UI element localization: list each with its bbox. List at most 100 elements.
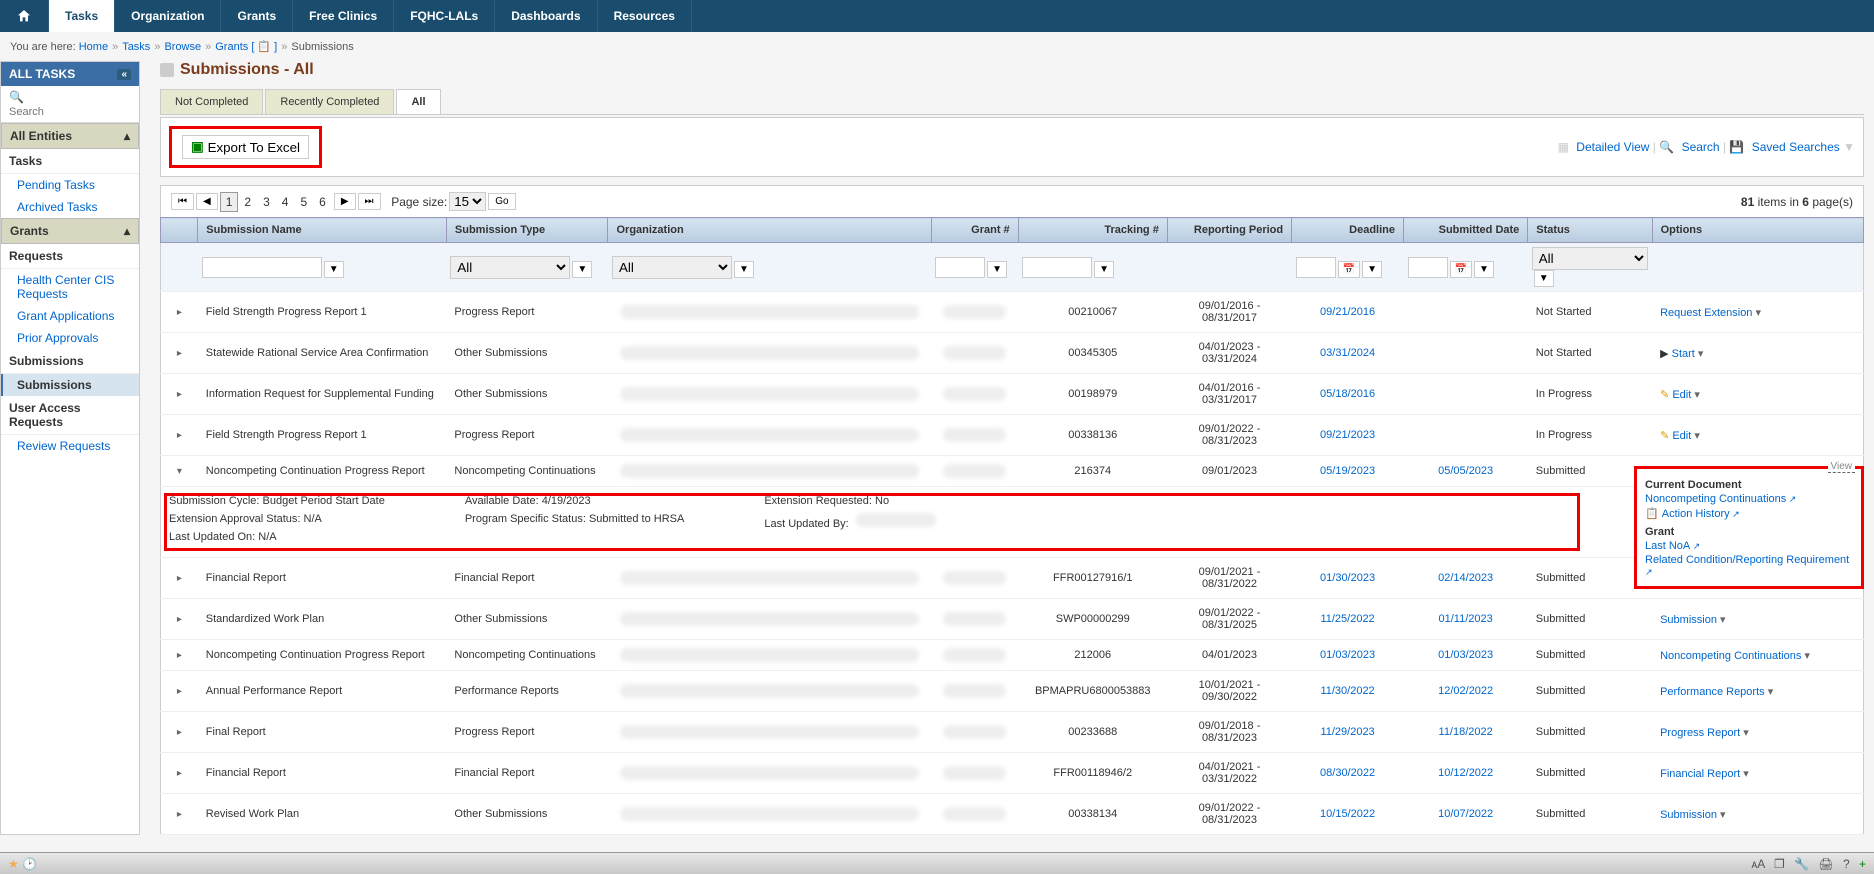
breadcrumb-link[interactable]: Home: [79, 41, 108, 53]
print-icon[interactable]: 🖨: [1818, 857, 1833, 871]
filter-button[interactable]: ▼: [324, 261, 344, 278]
pager-page[interactable]: 2: [238, 192, 257, 212]
chevron-down-icon[interactable]: ▾: [1720, 614, 1726, 626]
subtab-all[interactable]: All: [396, 89, 440, 114]
chevron-down-icon[interactable]: ▾: [1756, 307, 1762, 319]
sidebar-search-input[interactable]: [9, 106, 131, 118]
cell-deadline[interactable]: 08/30/2022: [1292, 753, 1404, 794]
cell-deadline[interactable]: 05/18/2016: [1292, 374, 1404, 415]
sidebar-link[interactable]: Health Center CIS Requests: [1, 269, 139, 305]
filter-deadline[interactable]: [1296, 257, 1336, 278]
cell-deadline[interactable]: 03/31/2024: [1292, 333, 1404, 374]
expand-row-icon[interactable]: ▸: [177, 573, 182, 584]
expand-row-icon[interactable]: ▸: [177, 727, 182, 738]
col-header[interactable]: Deadline: [1292, 218, 1404, 243]
cell-deadline[interactable]: 10/15/2022: [1292, 794, 1404, 835]
col-header[interactable]: Tracking #: [1018, 218, 1167, 243]
filter-button[interactable]: ▼: [1094, 261, 1114, 278]
col-header[interactable]: Status: [1528, 218, 1652, 243]
sidebar-section-head[interactable]: Grants▴: [1, 218, 139, 244]
sidebar-link[interactable]: Pending Tasks: [1, 174, 139, 196]
chevron-down-icon[interactable]: ▾: [1694, 430, 1700, 442]
filter-button[interactable]: ▼: [1534, 270, 1554, 287]
cell-deadline[interactable]: 11/25/2022: [1292, 599, 1404, 640]
filter-button[interactable]: ▼: [734, 261, 754, 278]
filter-button[interactable]: ▼: [572, 261, 592, 278]
chevron-down-icon[interactable]: ▾: [1743, 727, 1749, 739]
saved-searches-link[interactable]: Saved Searches: [1752, 140, 1840, 154]
chevron-down-icon[interactable]: ▾: [1804, 650, 1810, 662]
filter-org[interactable]: All: [612, 256, 732, 279]
chevron-down-icon[interactable]: ▾: [1720, 809, 1726, 821]
cal-button[interactable]: 📅: [1450, 261, 1472, 278]
option-link[interactable]: Submission: [1660, 809, 1717, 821]
subtab-not-completed[interactable]: Not Completed: [160, 89, 263, 114]
cell-subdate[interactable]: 10/12/2022: [1404, 753, 1528, 794]
cell-subdate[interactable]: 01/03/2023: [1404, 640, 1528, 671]
pager-page[interactable]: 4: [276, 192, 295, 212]
chevron-down-icon[interactable]: ▼: [1843, 140, 1855, 154]
option-link[interactable]: Request Extension: [1660, 307, 1752, 319]
col-header[interactable]: [161, 218, 198, 243]
popup-link-actionhistory[interactable]: Action History: [1662, 508, 1740, 520]
add-icon[interactable]: +: [1859, 857, 1866, 871]
pager-page[interactable]: 3: [257, 192, 276, 212]
filter-button[interactable]: ▼: [1474, 261, 1494, 278]
pager-next[interactable]: ▶: [334, 193, 356, 210]
expand-row-icon[interactable]: ▸: [177, 389, 182, 400]
expand-row-icon[interactable]: ▸: [177, 809, 182, 820]
expand-row-icon[interactable]: ▸: [177, 768, 182, 779]
nav-tab-organization[interactable]: Organization: [115, 0, 221, 32]
chevron-down-icon[interactable]: ▾: [1698, 348, 1704, 360]
option-link[interactable]: Noncompeting Continuations: [1660, 650, 1801, 662]
filter-status[interactable]: All: [1532, 247, 1648, 270]
cell-subdate[interactable]: 10/07/2022: [1404, 794, 1528, 835]
cell-deadline[interactable]: 01/03/2023: [1292, 640, 1404, 671]
collapse-icon[interactable]: «: [117, 69, 131, 80]
cal-button[interactable]: 📅: [1338, 261, 1360, 278]
cell-subdate[interactable]: 12/02/2022: [1404, 671, 1528, 712]
nav-tab-tasks[interactable]: Tasks: [49, 0, 115, 32]
cell-deadline[interactable]: 05/19/2023: [1292, 456, 1404, 487]
filter-subdate[interactable]: [1408, 257, 1448, 278]
cell-subdate[interactable]: 02/14/2023: [1404, 558, 1528, 599]
sidebar-link[interactable]: Prior Approvals: [1, 327, 139, 349]
option-link[interactable]: Financial Report: [1660, 768, 1740, 780]
font-size-icon[interactable]: ᴀA: [1751, 857, 1764, 871]
search-link[interactable]: Search: [1682, 140, 1720, 154]
detailed-view-link[interactable]: Detailed View: [1576, 140, 1649, 154]
breadcrumb-link[interactable]: Grants [ 📋 ]: [215, 41, 277, 53]
nav-tab-free-clinics[interactable]: Free Clinics: [293, 0, 394, 32]
option-link[interactable]: Performance Reports: [1660, 686, 1765, 698]
export-excel-button[interactable]: ▣ Export To Excel: [182, 135, 309, 159]
filter-button[interactable]: ▼: [1362, 261, 1382, 278]
pager-first[interactable]: ⏮: [171, 193, 194, 210]
cell-subdate[interactable]: 11/18/2022: [1404, 712, 1528, 753]
cell-deadline[interactable]: 09/21/2023: [1292, 415, 1404, 456]
nav-tab-fqhc-lals[interactable]: FQHC-LALs: [394, 0, 495, 32]
popup-link-noncompeting[interactable]: Noncompeting Continuations: [1645, 493, 1796, 505]
expand-row-icon[interactable]: ▸: [177, 650, 182, 661]
cell-deadline[interactable]: 09/21/2016: [1292, 292, 1404, 333]
tool-icon[interactable]: 🔧: [1794, 857, 1809, 871]
sidebar-section-head[interactable]: All Entities▴: [1, 123, 139, 149]
breadcrumb-link[interactable]: Tasks: [122, 41, 150, 53]
col-header[interactable]: Options: [1652, 218, 1863, 243]
filter-name[interactable]: [202, 257, 322, 278]
nav-home[interactable]: [0, 0, 49, 32]
copy-icon[interactable]: ❐: [1774, 857, 1785, 871]
sidebar-link[interactable]: Archived Tasks: [1, 196, 139, 218]
breadcrumb-link[interactable]: Browse: [164, 41, 201, 53]
page-size-select[interactable]: 15: [449, 192, 486, 211]
star-icon[interactable]: ★: [8, 857, 19, 871]
nav-tab-resources[interactable]: Resources: [598, 0, 692, 32]
pager-page[interactable]: 6: [313, 192, 332, 212]
collapse-row-icon[interactable]: ▾: [177, 466, 182, 477]
subtab-recently-completed[interactable]: Recently Completed: [265, 89, 394, 114]
sidebar-active-item[interactable]: Submissions: [1, 374, 139, 396]
edit-link[interactable]: Edit: [1660, 430, 1691, 442]
expand-row-icon[interactable]: ▸: [177, 614, 182, 625]
edit-link[interactable]: Edit: [1660, 389, 1691, 401]
col-header[interactable]: Organization: [608, 218, 931, 243]
pager-last[interactable]: ⏭: [358, 193, 381, 210]
